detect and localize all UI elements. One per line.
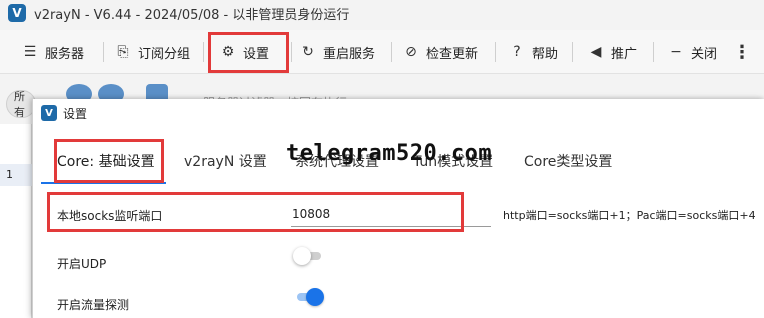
tab-core-basic[interactable]: Core: 基础设置 [57, 151, 155, 171]
promotion-button[interactable]: ◀ 推广 [588, 30, 637, 74]
help-label: 帮助 [532, 46, 559, 62]
app-logo-icon: V [8, 4, 26, 22]
sniffing-toggle[interactable] [293, 288, 324, 306]
help-icon: ? [513, 44, 521, 60]
speaker-icon: ◀ [590, 44, 602, 60]
close-label: 关闭 [691, 46, 718, 62]
restart-icon: ↻ [302, 44, 314, 60]
settings-button[interactable]: ⚙ 设置 [220, 30, 269, 74]
help-button[interactable]: ? 帮助 [509, 30, 558, 74]
check-update-label: 检查更新 [426, 46, 479, 62]
socks-port-row: 本地socks监听端口 http端口=socks端口+1；Pac端口=socks… [33, 195, 764, 235]
servers-button[interactable]: ☰ 服务器 [22, 30, 84, 74]
udp-row: 开启UDP [33, 243, 764, 283]
settings-label: 设置 [243, 46, 270, 62]
tab-tun-mode[interactable]: Tun模式设置 [413, 151, 493, 171]
tab-core-type[interactable]: Core类型设置 [524, 151, 612, 171]
active-tab-indicator [41, 182, 166, 184]
close-button[interactable]: − 关闭 [668, 30, 717, 74]
udp-toggle[interactable] [293, 247, 323, 265]
socks-port-input[interactable] [291, 201, 491, 227]
toggle-knob [293, 247, 311, 265]
subscription-icon: ⎘ [117, 44, 129, 60]
table-row[interactable]: 1 [0, 164, 32, 186]
minus-icon: − [670, 44, 682, 60]
more-menu-button[interactable]: ⋮ [733, 30, 751, 74]
sniffing-label: 开启流量探测 [57, 298, 130, 312]
tab-system-proxy[interactable]: 系统代理设置 [295, 151, 379, 171]
more-vertical-icon: ⋮ [733, 41, 751, 63]
gear-icon: ⚙ [221, 44, 235, 60]
toolbar-separator [103, 42, 104, 62]
servers-label: 服务器 [45, 46, 85, 62]
toggle-knob [306, 288, 324, 306]
main-title-bar: V v2rayN - V6.44 - 2024/05/08 - 以非管理员身份运… [0, 0, 764, 26]
toolbar-separator [391, 42, 392, 62]
server-icon: ☰ [23, 44, 37, 60]
subscription-group-button[interactable]: ⎘ 订阅分组 [115, 30, 190, 74]
toolbar-separator [495, 42, 496, 62]
check-update-button[interactable]: ⊘ 检查更新 [403, 30, 478, 74]
sniffing-row: 开启流量探测 [33, 284, 764, 318]
subscription-group-label: 订阅分组 [138, 46, 191, 62]
server-list: 1 [0, 124, 32, 318]
socks-port-hint: http端口=socks端口+1；Pac端口=socks端口+4 [503, 209, 756, 222]
toolbar-separator [291, 42, 292, 62]
tab-v2rayn-settings[interactable]: v2rayN 设置 [184, 151, 267, 171]
socks-port-label: 本地socks监听端口 [57, 209, 163, 223]
toolbar: ☰ 服务器 ⎘ 订阅分组 ⚙ 设置 ↻ 重启服务 ⊘ 检查更新 ? 帮助 ◀ 推… [0, 30, 764, 74]
toolbar-separator [203, 42, 204, 62]
toolbar-separator [653, 42, 654, 62]
dialog-title: 设置 [63, 106, 88, 121]
window-title: v2rayN - V6.44 - 2024/05/08 - 以非管理员身份运行 [34, 7, 350, 23]
restart-service-label: 重启服务 [323, 46, 376, 62]
update-icon: ⊘ [405, 44, 417, 60]
restart-service-button[interactable]: ↻ 重启服务 [300, 30, 375, 74]
app-logo-icon: V [41, 105, 57, 121]
udp-label: 开启UDP [57, 257, 107, 271]
toolbar-separator [572, 42, 573, 62]
row-number: 1 [6, 168, 13, 181]
dialog-title-bar: V 设置 [33, 99, 764, 127]
settings-dialog: V 设置 Core: 基础设置 v2rayN 设置 系统代理设置 Tun模式设置… [32, 99, 764, 318]
promotion-label: 推广 [611, 46, 638, 62]
settings-tabs: Core: 基础设置 v2rayN 设置 系统代理设置 Tun模式设置 Core… [33, 139, 764, 185]
